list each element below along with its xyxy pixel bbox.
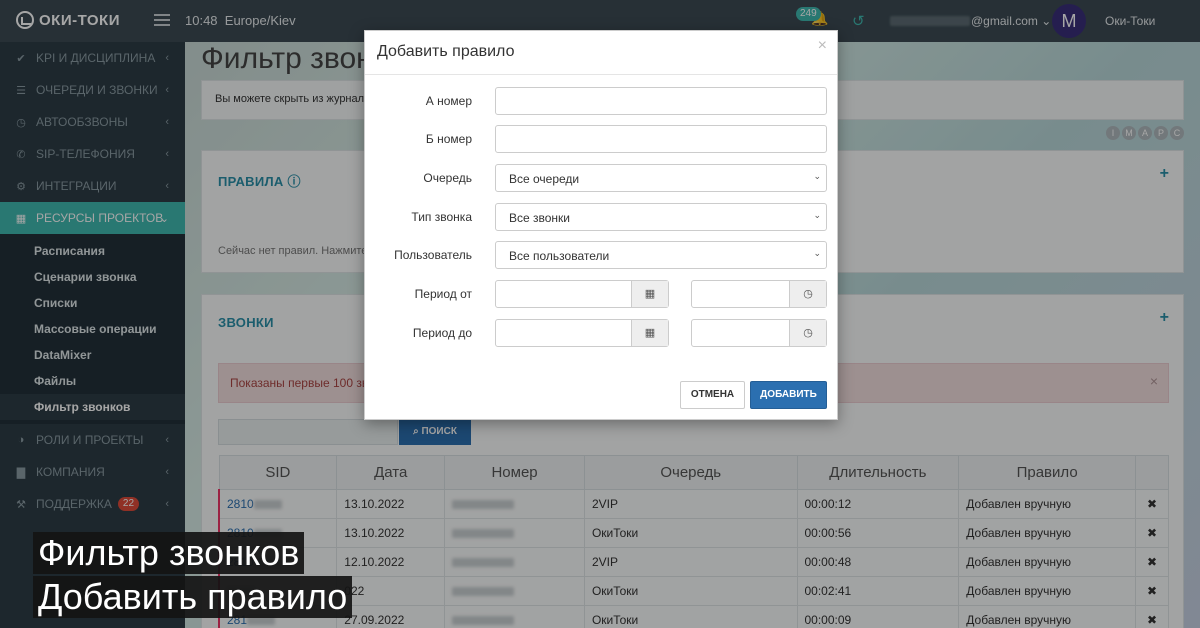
period-from-time-input[interactable]: ◷ <box>691 280 827 308</box>
queue-row: Очередь Все очереди ⌄ <box>365 164 839 192</box>
call-type-select-value: Все звонки <box>509 211 571 225</box>
queue-select-value: Все очереди <box>509 172 580 186</box>
period-to-time-input[interactable]: ◷ <box>691 319 827 347</box>
queue-select[interactable]: Все очереди ⌄ <box>495 164 827 192</box>
chevron-down-icon: ⌄ <box>813 171 821 181</box>
add-rule-modal: Добавить правило × А номер Б номер Очере… <box>364 30 838 420</box>
close-icon[interactable]: × <box>818 37 827 55</box>
modal-title: Добавить правило <box>377 43 515 60</box>
period-to-row: Период до ▦ ◷ <box>365 319 839 347</box>
queue-label: Очередь <box>423 171 472 185</box>
add-button[interactable]: ДОБАВИТЬ <box>750 381 827 409</box>
a-number-row: А номер <box>365 87 839 115</box>
period-from-row: Период от ▦ ◷ <box>365 280 839 308</box>
cancel-button[interactable]: ОТМЕНА <box>680 381 745 409</box>
user-select-value: Все пользователи <box>509 249 610 263</box>
period-from-label: Период от <box>414 287 472 301</box>
chevron-down-icon: ⌄ <box>813 248 821 258</box>
call-type-label: Тип звонка <box>411 210 472 224</box>
period-to-date-input[interactable]: ▦ <box>495 319 669 347</box>
call-type-select[interactable]: Все звонки ⌄ <box>495 203 827 231</box>
a-number-label: А номер <box>425 94 472 108</box>
b-number-row: Б номер <box>365 125 839 153</box>
user-label: Пользователь <box>394 248 472 262</box>
clock-icon[interactable]: ◷ <box>789 281 826 307</box>
a-number-input[interactable] <box>495 87 827 115</box>
period-to-label: Период до <box>412 326 472 340</box>
clock-icon[interactable]: ◷ <box>789 320 826 346</box>
b-number-label: Б номер <box>425 132 472 146</box>
user-select[interactable]: Все пользователи ⌄ <box>495 241 827 269</box>
calendar-icon[interactable]: ▦ <box>631 281 668 307</box>
modal-header: Добавить правило × <box>365 31 837 75</box>
call-type-row: Тип звонка Все звонки ⌄ <box>365 203 839 231</box>
b-number-input[interactable] <box>495 125 827 153</box>
caption-line-1: Фильтр звонков <box>33 532 305 574</box>
calendar-icon[interactable]: ▦ <box>631 320 668 346</box>
chevron-down-icon: ⌄ <box>813 210 821 220</box>
caption-line-2: Добавить правило <box>33 576 353 618</box>
period-from-date-input[interactable]: ▦ <box>495 280 669 308</box>
user-row: Пользователь Все пользователи ⌄ <box>365 241 839 269</box>
